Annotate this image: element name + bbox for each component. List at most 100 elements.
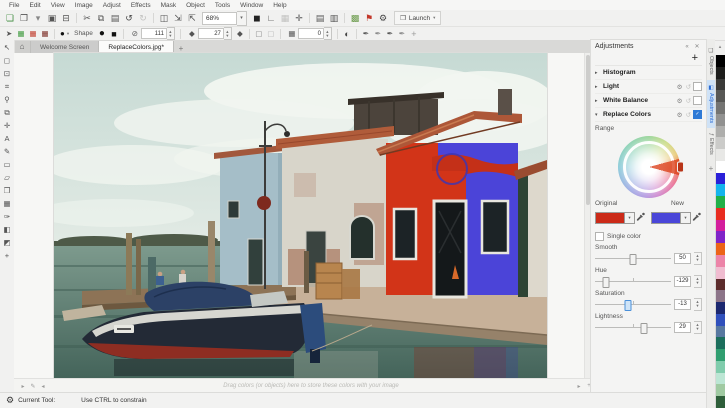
palette-scroll-right-icon[interactable]: ▸ [574, 383, 584, 390]
original-color-swatch[interactable] [595, 212, 625, 224]
import-icon[interactable]: ⇲ [171, 11, 185, 25]
palette-color-10[interactable] [716, 172, 725, 185]
palette-color-15[interactable] [716, 231, 725, 244]
menu-effects[interactable]: Effects [126, 2, 156, 9]
lightness-slider[interactable] [595, 322, 671, 334]
section-light[interactable]: ▸ Light ⚙ ↺ [595, 80, 702, 94]
close-docker-icon[interactable]: ✕ [692, 43, 702, 50]
palette-color-16[interactable] [716, 243, 725, 256]
nib-preview-dropdown[interactable]: ● ▾ [60, 29, 69, 38]
pick-tool[interactable]: ↖ [1, 42, 13, 53]
launch-button[interactable]: ❒ Launch ▾ [394, 11, 442, 25]
soft-edge-icon[interactable]: ◆ [234, 28, 246, 40]
smooth-spinner[interactable]: ▲ ▼ [694, 251, 702, 265]
add-tool-button[interactable]: + [1, 250, 13, 261]
palette-color-7[interactable] [716, 137, 725, 150]
zoom-level-combo[interactable]: 68% ▾ [202, 10, 247, 26]
menu-object[interactable]: Object [181, 2, 210, 9]
menu-edit[interactable]: Edit [24, 2, 45, 9]
replace-colors-reset-icon[interactable]: ↺ [684, 111, 693, 119]
palette-color-29[interactable] [716, 396, 725, 408]
palette-color-19[interactable] [716, 278, 725, 291]
single-color-checkbox[interactable] [595, 232, 604, 241]
feather-spinner[interactable]: ▲ ▼ [223, 27, 232, 40]
anti-alias-icon[interactable]: ▢ [253, 28, 265, 40]
selected-color-wedge[interactable] [617, 136, 680, 198]
palette-options-icon[interactable]: ▸ [18, 383, 28, 390]
palette-color-0[interactable] [716, 55, 725, 67]
print-icon[interactable]: ⊟ [59, 11, 73, 25]
brush-tilt-icon[interactable]: ✒ [396, 28, 408, 40]
review-flag-icon[interactable]: ⚑ [362, 11, 376, 25]
open-caret-icon[interactable]: ▾ [31, 11, 45, 25]
zoom-tool[interactable]: ⚲ [1, 94, 13, 105]
menu-mask[interactable]: Mask [156, 2, 182, 9]
crop-tool[interactable]: ⌗ [1, 81, 13, 92]
saturation-slider-thumb[interactable] [624, 299, 632, 311]
lightness-spinner[interactable]: ▲ ▼ [694, 320, 702, 334]
export-icon[interactable]: ⇱ [185, 11, 199, 25]
palette-scroll-left-icon[interactable]: ◂ [38, 383, 48, 390]
paint-tool[interactable]: ✎ [1, 146, 13, 157]
menu-image[interactable]: Image [70, 2, 98, 9]
round-nib-button[interactable]: ● [96, 28, 108, 40]
hue-slider-thumb[interactable] [602, 276, 610, 288]
menu-tools[interactable]: Tools [210, 2, 235, 9]
palette-color-18[interactable] [716, 266, 725, 279]
square-nib-button[interactable]: ■ [108, 28, 120, 40]
palette-editor-icon[interactable]: ▩ [348, 11, 362, 25]
brush-settings-icon[interactable]: ✒ [360, 28, 372, 40]
palette-color-22[interactable] [716, 313, 725, 326]
menu-file[interactable]: File [4, 2, 24, 9]
symmetry-green-icon[interactable]: ▦ [15, 28, 27, 40]
palette-color-9[interactable] [716, 160, 725, 173]
replace-colors-collapse-icon[interactable]: ▾ [595, 112, 603, 118]
palette-color-13[interactable] [716, 207, 725, 220]
white-balance-enable-checkbox[interactable] [693, 96, 702, 105]
proof-settings-icon[interactable]: ▤ [313, 11, 327, 25]
add-docker-button[interactable]: + [709, 164, 714, 173]
palette-color-20[interactable] [716, 290, 725, 303]
palette-color-1[interactable] [716, 66, 725, 79]
page-preview-icon[interactable]: ▥ [327, 11, 341, 25]
mask-rectangle-tool[interactable]: ◻ [1, 55, 13, 66]
menu-help[interactable]: Help [268, 2, 291, 9]
wheel-handle[interactable] [676, 161, 684, 173]
eraser-tool[interactable]: ▱ [1, 172, 13, 183]
palette-color-12[interactable] [716, 196, 725, 208]
palette-scroll-up-icon[interactable]: ▴ [715, 40, 725, 54]
touch-up-tool[interactable]: ✛ [1, 120, 13, 131]
transparency-spinner[interactable]: ▲ ▼ [323, 27, 332, 40]
menu-window[interactable]: Window [235, 2, 268, 9]
options-gear-icon[interactable]: ⚙ [376, 11, 390, 25]
original-color-caret-icon[interactable]: ▾ [625, 212, 635, 224]
open-icon[interactable]: ❐ [17, 11, 31, 25]
menu-adjust[interactable]: Adjust [98, 2, 126, 9]
smooth-slider[interactable] [595, 253, 671, 265]
canvas-area[interactable] [14, 53, 584, 378]
palette-color-27[interactable] [716, 372, 725, 385]
section-histogram[interactable]: ▸ Histogram [595, 66, 702, 80]
new-document-icon[interactable]: ❏ [3, 11, 17, 25]
tab-welcome-screen[interactable]: Welcome Screen [31, 41, 100, 53]
palette-color-2[interactable] [716, 78, 725, 91]
smooth-slider-thumb[interactable] [629, 253, 637, 265]
saturation-spinner[interactable]: ▲ ▼ [694, 297, 702, 311]
new-tab-button[interactable]: + [174, 44, 188, 53]
replace-colors-options-gear-icon[interactable]: ⚙ [675, 111, 684, 119]
object-pick-tool[interactable]: ❐ [1, 185, 13, 196]
palette-color-4[interactable] [716, 102, 725, 114]
palette-color-17[interactable] [716, 255, 725, 267]
palette-color-21[interactable] [716, 302, 725, 314]
light-reset-icon[interactable]: ↺ [684, 83, 693, 91]
text-tool[interactable]: A [1, 133, 13, 144]
saturation-slider[interactable] [595, 299, 671, 311]
photo[interactable] [54, 53, 547, 378]
paste-icon[interactable]: ▤ [108, 11, 122, 25]
save-icon[interactable]: ▣ [45, 11, 59, 25]
palette-color-8[interactable] [716, 149, 725, 161]
home-tab-icon[interactable]: ⌂ [14, 41, 31, 53]
transparency-tool[interactable]: ▦ [1, 198, 13, 209]
lightness-slider-thumb[interactable] [640, 322, 648, 334]
zoom-level-value[interactable]: 68% [202, 11, 237, 25]
